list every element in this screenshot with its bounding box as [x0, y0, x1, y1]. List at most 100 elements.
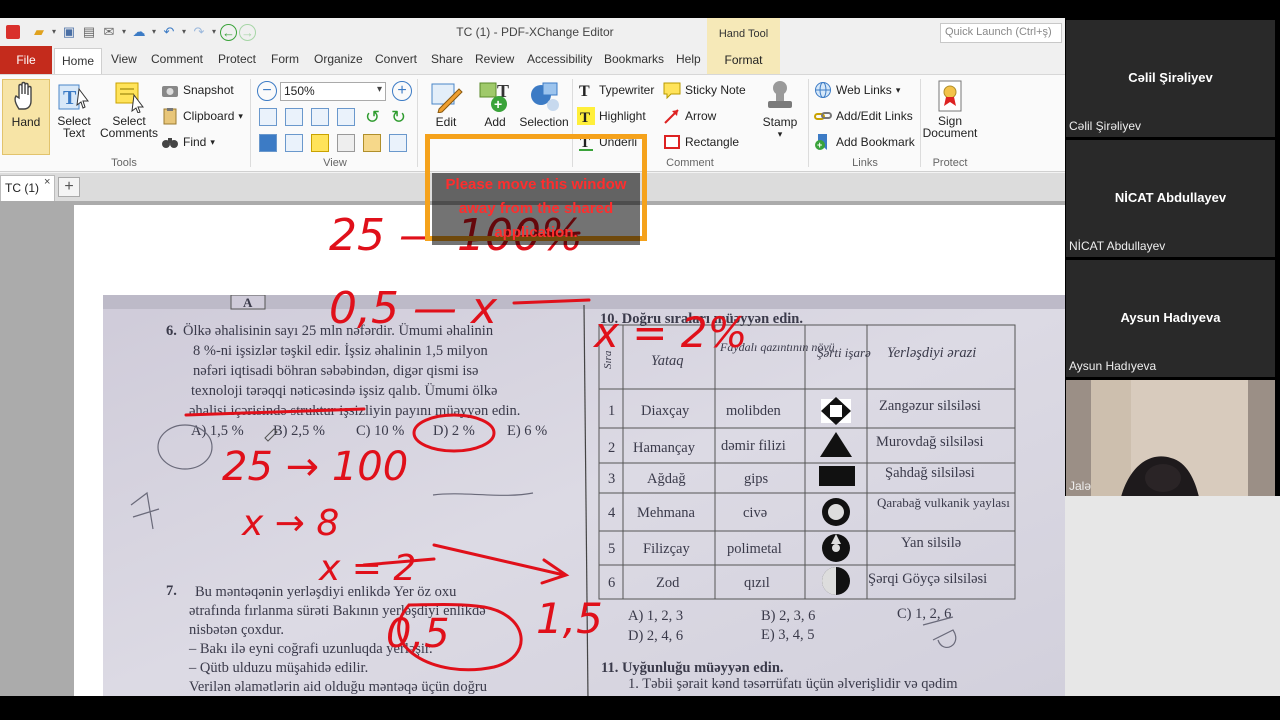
typewriter-button[interactable]: T Typewriter	[577, 80, 654, 100]
add-button[interactable]: T + Add	[472, 79, 518, 129]
add-edit-links-button[interactable]: Add/Edit Links	[814, 106, 913, 126]
comment-group-label: Comment	[666, 157, 714, 169]
select-text-button[interactable]: T Select Text	[52, 79, 96, 139]
tab-file[interactable]: File	[0, 46, 52, 74]
select-comments-button[interactable]: Select Comments	[98, 79, 160, 139]
clipboard-icon	[163, 108, 177, 125]
arrow-button[interactable]: Arrow	[663, 106, 716, 126]
quick-launch-input[interactable]: Quick Launch (Ctrl+ş)	[940, 23, 1062, 43]
hand-button[interactable]: Hand	[4, 79, 48, 129]
add-bookmark-button[interactable]: + Add Bookmark	[814, 132, 915, 152]
stamp-button[interactable]: Stamp ▾	[754, 79, 806, 140]
tab-comment[interactable]: Comment	[151, 52, 203, 66]
tab-help[interactable]: Help	[676, 52, 701, 66]
protect-group-label: Protect	[932, 157, 968, 169]
dropdown-icon[interactable]: ▾	[150, 23, 158, 41]
web-links-button[interactable]: Web Links ▾	[814, 80, 900, 100]
email-icon[interactable]: ✉	[100, 23, 118, 41]
tab-share[interactable]: Share	[431, 52, 463, 66]
layers-icon[interactable]	[363, 134, 381, 152]
dropdown-icon[interactable]: ▾	[180, 23, 188, 41]
edit-label: Edit	[435, 115, 457, 129]
select-comments-icon	[115, 82, 144, 113]
tab-review[interactable]: Review	[475, 52, 514, 66]
cloud-icon[interactable]: ☁	[130, 23, 148, 41]
find-button[interactable]: Find ▾	[161, 132, 215, 152]
selection-button[interactable]: Selection	[518, 79, 570, 129]
actual-size-icon[interactable]	[259, 108, 277, 126]
rotate-left-icon[interactable]: ↺	[365, 107, 380, 127]
typewriter-label: Typewriter	[599, 83, 655, 97]
dropdown-icon[interactable]: ▾	[210, 23, 218, 41]
sticky-note-button[interactable]: Sticky Note	[663, 80, 746, 100]
view-group-label: View	[323, 157, 347, 169]
chevron-down-icon: ▾	[777, 129, 783, 139]
hand-icon	[14, 81, 32, 110]
select-text-label: Select Text	[52, 115, 96, 139]
select-text-label-2: Text	[62, 126, 85, 140]
select-comments-label: Select Comments	[98, 115, 160, 139]
handwritten-calc: 0,5	[386, 611, 450, 657]
save-icon[interactable]: ▣	[60, 23, 78, 41]
selection-icon	[531, 82, 559, 111]
document-tab-label: TC (1)	[5, 181, 39, 195]
participant-tile[interactable]: NİCAT Abdullayev NİCAT Abdullayev	[1066, 140, 1275, 257]
forward-icon[interactable]: →	[239, 23, 256, 41]
attachments-icon[interactable]	[337, 134, 355, 152]
clipboard-button[interactable]: Clipboard ▾	[161, 106, 243, 126]
highlight-button[interactable]: T Highlight	[577, 106, 646, 126]
tab-convert[interactable]: Convert	[375, 52, 417, 66]
undo-icon[interactable]: ↶	[160, 23, 178, 41]
open-folder-icon[interactable]: ▰	[30, 23, 48, 41]
redo-icon[interactable]: ↷	[190, 23, 208, 41]
tab-bookmarks[interactable]: Bookmarks	[604, 52, 664, 66]
participant-tile[interactable]: Cəlil Şirəliyev Cəlil Şirəliyev	[1066, 20, 1275, 137]
edit-button[interactable]: Edit	[420, 79, 472, 129]
fit-width-icon[interactable]	[311, 108, 329, 126]
tab-format[interactable]: Format	[707, 46, 780, 74]
properties-icon[interactable]	[389, 134, 407, 152]
snapshot-label: Snapshot	[183, 83, 234, 97]
participant-video-tile[interactable]: Jalə	[1066, 380, 1275, 497]
fit-visible-icon[interactable]	[337, 108, 355, 126]
rectangle-button[interactable]: Rectangle	[663, 132, 739, 152]
bookmark-icon[interactable]	[259, 134, 277, 152]
fit-page-icon[interactable]	[285, 108, 303, 126]
tab-protect[interactable]: Protect	[218, 52, 256, 66]
back-icon[interactable]: ←	[220, 23, 237, 41]
dropdown-icon[interactable]: ▾	[50, 23, 58, 41]
chevron-down-icon: ▾	[895, 84, 901, 95]
rotate-right-icon[interactable]: ↻	[391, 107, 406, 127]
participant-tile[interactable]: Aysun Hadıyeva Aysun Hadıyeva	[1066, 260, 1275, 377]
handwritten-calc: x → 8	[241, 503, 339, 544]
group-separator	[808, 79, 809, 167]
new-tab-button[interactable]: +	[58, 177, 80, 197]
comments-pane-icon[interactable]	[311, 134, 329, 152]
tab-view[interactable]: View	[111, 52, 137, 66]
print-icon[interactable]: ▤	[80, 23, 98, 41]
svg-text:+: +	[817, 140, 822, 150]
snapshot-button[interactable]: Snapshot	[161, 80, 234, 100]
document-canvas[interactable]: 6. Ölkə əhalisinin sayı 25 mln nəfərdir.…	[0, 201, 1065, 696]
pages-icon[interactable]	[285, 134, 303, 152]
tab-form[interactable]: Form	[271, 52, 299, 66]
dropdown-icon[interactable]: ▾	[120, 23, 128, 41]
participant-caption: Cəlil Şirəliyev	[1069, 119, 1142, 133]
document-tab[interactable]: TC (1) ×	[0, 175, 55, 201]
zoom-level-select[interactable]: 150%	[280, 82, 386, 101]
tools-group-label: Tools	[111, 157, 137, 169]
sign-document-icon	[938, 80, 962, 112]
tab-home[interactable]: Home	[54, 48, 102, 74]
sticky-note-label: Sticky Note	[685, 83, 746, 97]
group-separator	[920, 79, 921, 167]
zoom-in-icon[interactable]: +	[392, 81, 412, 101]
zoom-out-icon[interactable]: −	[257, 81, 277, 101]
close-tab-icon[interactable]: ×	[44, 176, 50, 188]
sign-document-label: Sign Document	[922, 115, 978, 139]
web-links-label: Web Links	[836, 83, 892, 97]
tab-organize[interactable]: Organize	[314, 52, 363, 66]
clipboard-label: Clipboard	[183, 109, 235, 123]
sign-document-button[interactable]: Sign Document	[922, 79, 978, 139]
tab-accessibility[interactable]: Accessibility	[527, 52, 592, 66]
svg-text:T: T	[579, 83, 590, 99]
